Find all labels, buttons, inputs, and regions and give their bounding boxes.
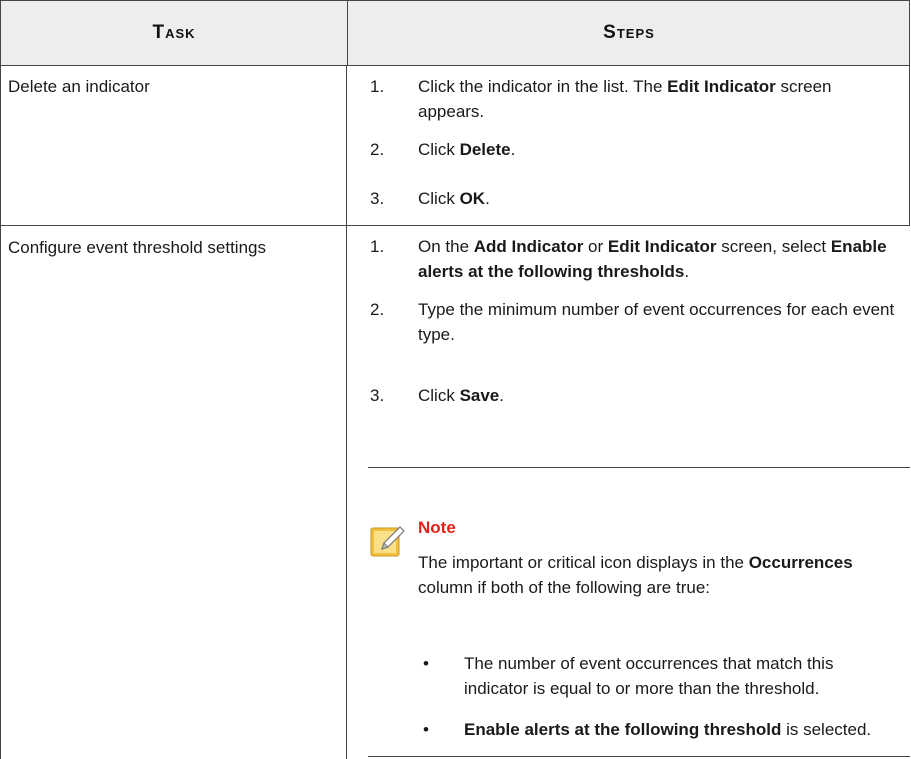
- step-text: Click the indicator in the list. The Edi…: [418, 77, 832, 121]
- step-number: 2.: [370, 300, 385, 319]
- header-task: Task: [152, 22, 196, 43]
- bullet-text: The number of event occurrences that mat…: [464, 654, 834, 698]
- step-number: 2.: [370, 140, 385, 159]
- table-right-border: [909, 0, 910, 226]
- step-number: 3.: [370, 386, 385, 405]
- step-text: Click Delete.: [418, 140, 516, 159]
- step-text: Type the minimum number of event occurre…: [418, 300, 895, 344]
- header-steps: Steps: [347, 1, 910, 65]
- step-text: On the Add Indicator or Edit Indicator s…: [418, 237, 887, 281]
- step-text: Click Save.: [418, 386, 504, 405]
- step-number: 1.: [370, 237, 385, 256]
- bullet-text: Enable alerts at the following threshold…: [464, 720, 872, 739]
- task-steps-table: Task Steps Delete an indicator 1. Click …: [0, 0, 911, 759]
- step-number: 3.: [370, 189, 385, 208]
- bullet-dot: •: [423, 720, 429, 739]
- row-task-configure: Configure event threshold settings: [8, 238, 266, 257]
- step-text: Click OK.: [418, 189, 490, 208]
- note-top-rule: [368, 467, 910, 468]
- row-task-delete: Delete an indicator: [8, 77, 150, 96]
- note-pencil-icon: [370, 526, 405, 557]
- note-body: The important or critical icon displays …: [418, 553, 853, 597]
- table-header: Task Steps: [0, 0, 910, 66]
- bullet-dot: •: [423, 654, 429, 673]
- note-bottom-rule: [368, 756, 910, 757]
- table-left-border: [0, 66, 1, 759]
- note-title: Note: [418, 518, 456, 537]
- step-number: 1.: [370, 77, 385, 96]
- column-divider: [346, 66, 347, 759]
- row-divider: [0, 225, 910, 226]
